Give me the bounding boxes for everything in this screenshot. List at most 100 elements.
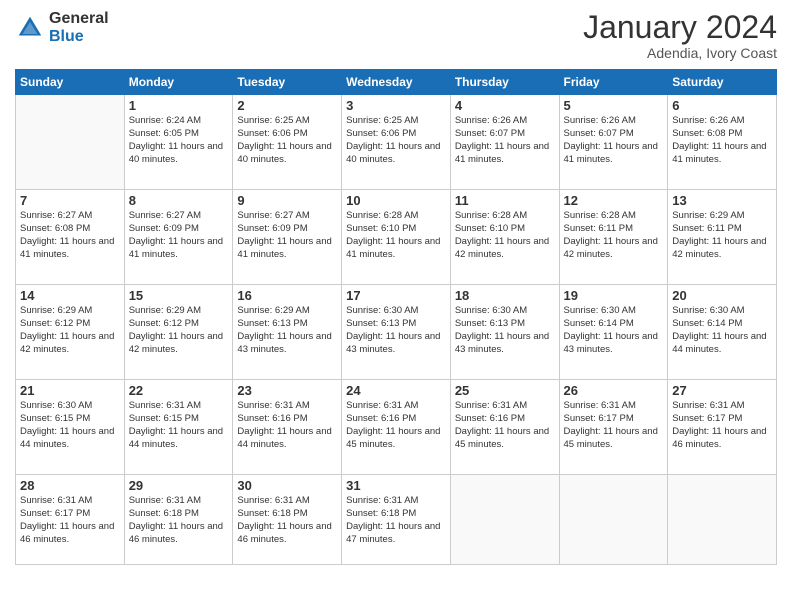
day-number: 10 [346, 193, 446, 208]
cal-cell: 4Sunrise: 6:26 AMSunset: 6:07 PMDaylight… [450, 95, 559, 190]
day-number: 31 [346, 478, 446, 493]
cell-info: Sunrise: 6:26 AMSunset: 6:07 PMDaylight:… [564, 115, 664, 166]
logo: General Blue [15, 10, 109, 45]
day-number: 19 [564, 288, 664, 303]
day-number: 30 [237, 478, 337, 493]
cal-cell: 13 Sunrise: 6:29 AMSunset: 6:11 PMDayligh… [668, 190, 777, 285]
cell-info: Sunrise: 6:28 AMSunset: 6:10 PMDaylight:… [455, 210, 555, 261]
cal-cell: 21Sunrise: 6:30 AMSunset: 6:15 PMDayligh… [16, 380, 125, 475]
day-number: 7 [20, 193, 120, 208]
cell-info: Sunrise: 6:25 AMSunset: 6:06 PMDaylight:… [237, 115, 337, 166]
day-number: 18 [455, 288, 555, 303]
cal-cell: 29 Sunrise: 6:31 AMSunset: 6:18 PMDayligh… [124, 475, 233, 565]
cal-cell: 15 Sunrise: 6:29 AMSunset: 6:12 PMDayligh… [124, 285, 233, 380]
location: Adendia, Ivory Coast [583, 45, 777, 61]
day-number: 13 [672, 193, 772, 208]
cell-info: Sunrise: 6:31 AMSunset: 6:17 PMDaylight:… [564, 400, 664, 451]
cal-cell [559, 475, 668, 565]
cell-info: Sunrise: 6:30 AMSunset: 6:13 PMDaylight:… [346, 305, 446, 356]
week-row-2: 7 Sunrise: 6:27 AMSunset: 6:08 PMDaylight… [16, 190, 777, 285]
cal-cell: 1 Sunrise: 6:24 AMSunset: 6:05 PMDaylight… [124, 95, 233, 190]
cal-cell: 24 Sunrise: 6:31 AMSunset: 6:16 PMDayligh… [342, 380, 451, 475]
cell-info: Sunrise: 6:30 AMSunset: 6:14 PMDaylight:… [564, 305, 664, 356]
cal-cell: 28 Sunrise: 6:31 AMSunset: 6:17 PMDayligh… [16, 475, 125, 565]
cal-cell: 9Sunrise: 6:27 AMSunset: 6:09 PMDaylight… [233, 190, 342, 285]
cell-info: Sunrise: 6:31 AMSunset: 6:17 PMDaylight:… [672, 400, 772, 451]
logo-text: General Blue [49, 10, 109, 45]
day-number: 24 [346, 383, 446, 398]
day-number: 14 [20, 288, 120, 303]
cell-info: Sunrise: 6:26 AMSunset: 6:08 PMDaylight:… [672, 115, 772, 166]
cell-info: Sunrise: 6:27 AMSunset: 6:09 PMDaylight:… [237, 210, 337, 261]
day-header-friday: Friday [559, 70, 668, 95]
cell-info: Sunrise: 6:29 AMSunset: 6:12 PMDaylight:… [20, 305, 120, 356]
cal-cell [668, 475, 777, 565]
cell-info: Sunrise: 6:31 AMSunset: 6:16 PMDaylight:… [237, 400, 337, 451]
cal-cell: 2Sunrise: 6:25 AMSunset: 6:06 PMDaylight… [233, 95, 342, 190]
calendar-table: SundayMondayTuesdayWednesdayThursdayFrid… [15, 69, 777, 565]
day-number: 3 [346, 98, 446, 113]
day-header-monday: Monday [124, 70, 233, 95]
cal-cell: 16Sunrise: 6:29 AMSunset: 6:13 PMDayligh… [233, 285, 342, 380]
cal-cell [450, 475, 559, 565]
cal-cell: 22 Sunrise: 6:31 AMSunset: 6:15 PMDayligh… [124, 380, 233, 475]
cell-info: Sunrise: 6:29 AMSunset: 6:11 PMDaylight:… [672, 210, 772, 261]
day-number: 27 [672, 383, 772, 398]
day-number: 25 [455, 383, 555, 398]
cal-cell: 14 Sunrise: 6:29 AMSunset: 6:12 PMDayligh… [16, 285, 125, 380]
week-row-5: 28 Sunrise: 6:31 AMSunset: 6:17 PMDayligh… [16, 475, 777, 565]
cell-info: Sunrise: 6:31 AMSunset: 6:18 PMDaylight:… [129, 495, 229, 546]
cell-info: Sunrise: 6:30 AMSunset: 6:14 PMDaylight:… [672, 305, 772, 356]
cal-cell: 11 Sunrise: 6:28 AMSunset: 6:10 PMDayligh… [450, 190, 559, 285]
day-header-wednesday: Wednesday [342, 70, 451, 95]
cal-cell: 3Sunrise: 6:25 AMSunset: 6:06 PMDaylight… [342, 95, 451, 190]
cell-info: Sunrise: 6:31 AMSunset: 6:17 PMDaylight:… [20, 495, 120, 546]
day-header-row: SundayMondayTuesdayWednesdayThursdayFrid… [16, 70, 777, 95]
cell-info: Sunrise: 6:29 AMSunset: 6:12 PMDaylight:… [129, 305, 229, 356]
cal-cell: 18 Sunrise: 6:30 AMSunset: 6:13 PMDayligh… [450, 285, 559, 380]
cal-cell: 10Sunrise: 6:28 AMSunset: 6:10 PMDayligh… [342, 190, 451, 285]
day-header-thursday: Thursday [450, 70, 559, 95]
cell-info: Sunrise: 6:27 AMSunset: 6:09 PMDaylight:… [129, 210, 229, 261]
week-row-1: 1 Sunrise: 6:24 AMSunset: 6:05 PMDaylight… [16, 95, 777, 190]
cal-cell: 26Sunrise: 6:31 AMSunset: 6:17 PMDayligh… [559, 380, 668, 475]
day-number: 15 [129, 288, 229, 303]
cell-info: Sunrise: 6:24 AMSunset: 6:05 PMDaylight:… [129, 115, 229, 166]
day-number: 23 [237, 383, 337, 398]
day-number: 28 [20, 478, 120, 493]
week-row-3: 14 Sunrise: 6:29 AMSunset: 6:12 PMDayligh… [16, 285, 777, 380]
cell-info: Sunrise: 6:31 AMSunset: 6:16 PMDaylight:… [455, 400, 555, 451]
cal-cell: 8Sunrise: 6:27 AMSunset: 6:09 PMDaylight… [124, 190, 233, 285]
cal-cell: 31 Sunrise: 6:31 AMSunset: 6:18 PMDayligh… [342, 475, 451, 565]
cal-cell: 23 Sunrise: 6:31 AMSunset: 6:16 PMDayligh… [233, 380, 342, 475]
day-number: 22 [129, 383, 229, 398]
day-number: 5 [564, 98, 664, 113]
week-row-4: 21Sunrise: 6:30 AMSunset: 6:15 PMDayligh… [16, 380, 777, 475]
logo-icon [15, 13, 45, 43]
cal-cell: 20 Sunrise: 6:30 AMSunset: 6:14 PMDayligh… [668, 285, 777, 380]
day-number: 1 [129, 98, 229, 113]
cell-info: Sunrise: 6:27 AMSunset: 6:08 PMDaylight:… [20, 210, 120, 261]
cell-info: Sunrise: 6:30 AMSunset: 6:13 PMDaylight:… [455, 305, 555, 356]
day-number: 12 [564, 193, 664, 208]
cal-cell [16, 95, 125, 190]
cal-cell: 25 Sunrise: 6:31 AMSunset: 6:16 PMDayligh… [450, 380, 559, 475]
day-header-sunday: Sunday [16, 70, 125, 95]
cell-info: Sunrise: 6:31 AMSunset: 6:16 PMDaylight:… [346, 400, 446, 451]
cal-cell: 12Sunrise: 6:28 AMSunset: 6:11 PMDayligh… [559, 190, 668, 285]
header: General Blue January 2024 Adendia, Ivory… [15, 10, 777, 61]
day-number: 4 [455, 98, 555, 113]
day-number: 29 [129, 478, 229, 493]
day-number: 11 [455, 193, 555, 208]
day-number: 20 [672, 288, 772, 303]
cell-info: Sunrise: 6:31 AMSunset: 6:15 PMDaylight:… [129, 400, 229, 451]
cal-cell: 27 Sunrise: 6:31 AMSunset: 6:17 PMDayligh… [668, 380, 777, 475]
day-number: 21 [20, 383, 120, 398]
day-number: 16 [237, 288, 337, 303]
cal-cell: 6Sunrise: 6:26 AMSunset: 6:08 PMDaylight… [668, 95, 777, 190]
logo-general: General [49, 10, 109, 28]
logo-blue: Blue [49, 28, 109, 46]
cell-info: Sunrise: 6:31 AMSunset: 6:18 PMDaylight:… [346, 495, 446, 546]
cal-cell: 5 Sunrise: 6:26 AMSunset: 6:07 PMDaylight… [559, 95, 668, 190]
day-header-saturday: Saturday [668, 70, 777, 95]
